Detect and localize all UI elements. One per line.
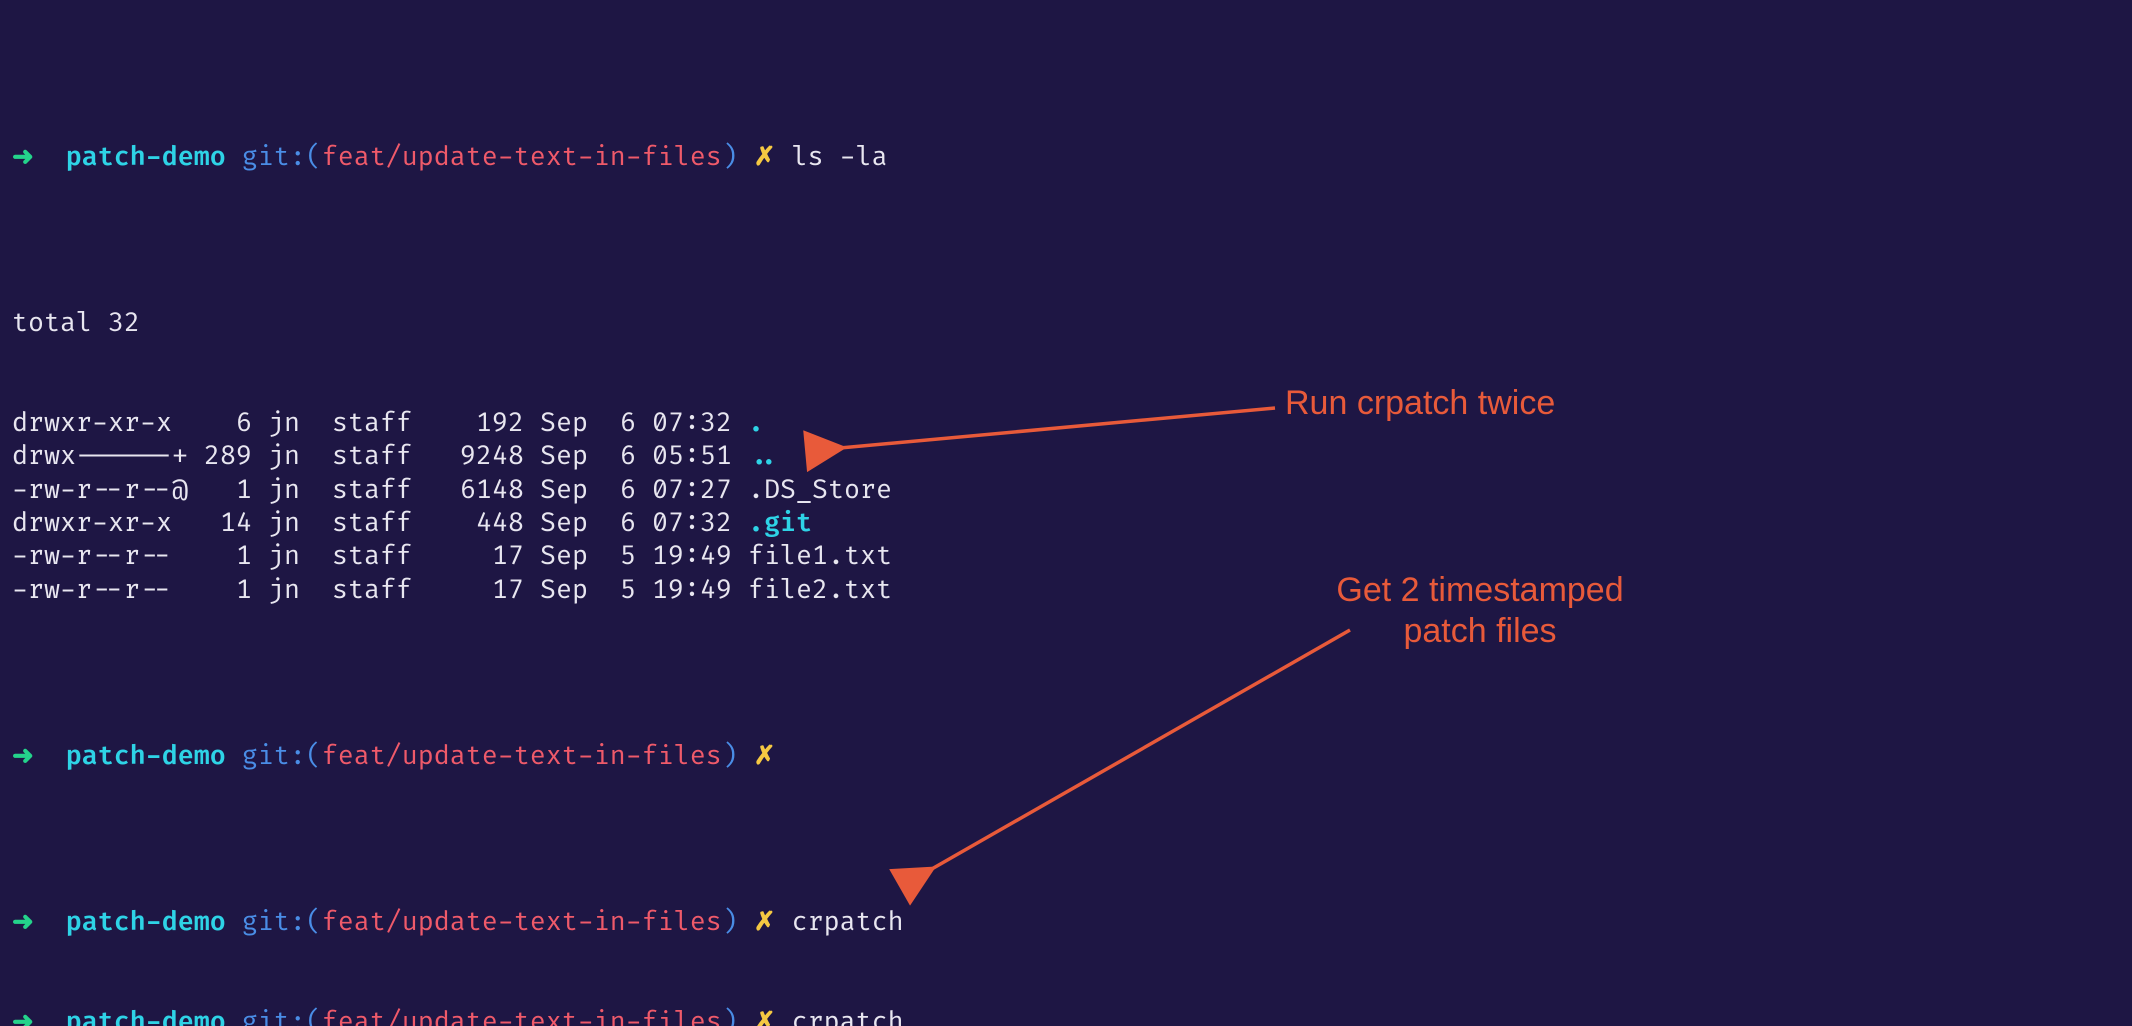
size: 17 [444, 540, 524, 572]
prompt-line: ➜ patch-demo git:(feat/update-text-in-fi… [12, 141, 2120, 174]
git-close: ) [722, 141, 738, 173]
prompt-dir: patch-demo [66, 906, 226, 938]
prompt-line: ➜ patch-demo git:(feat/update-text-in-fi… [12, 906, 2120, 939]
user: jn [268, 474, 300, 506]
size: 9248 [444, 440, 524, 472]
size: 448 [444, 507, 524, 539]
group: staff [332, 507, 412, 539]
perm: drwx------+ [12, 440, 188, 472]
ls-row: drwxr-xr-x 14 jn staff 448 Sep 6 07:32 .… [12, 507, 2120, 540]
ls-row: -rw-r--r-- 1 jn staff 17 Sep 5 19:49 fil… [12, 574, 2120, 607]
perm: -rw-r--r-- [12, 540, 188, 572]
perm: -rw-r--r-- [12, 574, 188, 606]
user: jn [268, 540, 300, 572]
prompt-line: ➜ patch-demo git:(feat/update-text-in-fi… [12, 740, 2120, 773]
date: Sep 5 19:49 [540, 540, 732, 572]
ls-row: drwxr-xr-x 6 jn staff 192 Sep 6 07:32 . [12, 407, 2120, 440]
date: Sep 6 05:51 [540, 440, 732, 472]
links: 1 [204, 474, 252, 506]
git-close: ) [722, 740, 738, 772]
prompt-arrow-icon: ➜ [12, 141, 34, 173]
git-label: git:( [242, 740, 322, 772]
git-label: git:( [242, 141, 322, 173]
prompt-dir: patch-demo [66, 740, 226, 772]
user: jn [268, 407, 300, 439]
perm: drwxr-xr-x [12, 407, 188, 439]
links: 289 [204, 440, 252, 472]
filename: .. [748, 440, 780, 472]
git-label: git:( [242, 906, 322, 938]
prompt-arrow-icon: ➜ [12, 740, 34, 772]
filename: .DS_Store [748, 474, 892, 506]
group: staff [332, 407, 412, 439]
git-close: ) [722, 1006, 738, 1026]
command-text: ls -la [792, 141, 888, 173]
filename: .git [748, 507, 812, 539]
user: jn [268, 440, 300, 472]
group: staff [332, 440, 412, 472]
terminal-output[interactable]: ➜ patch-demo git:(feat/update-text-in-fi… [0, 0, 2132, 1026]
command-text: crpatch [792, 1006, 904, 1026]
links: 1 [204, 540, 252, 572]
filename: . [748, 407, 764, 439]
size: 192 [444, 407, 524, 439]
git-branch: feat/update-text-in-files [322, 906, 722, 938]
group: staff [332, 540, 412, 572]
dirty-icon: ✗ [754, 141, 776, 173]
git-branch: feat/update-text-in-files [322, 1006, 722, 1026]
prompt-arrow-icon: ➜ [12, 1006, 34, 1026]
links: 6 [204, 407, 252, 439]
dirty-icon: ✗ [754, 1006, 776, 1026]
links: 14 [204, 507, 252, 539]
date: Sep 6 07:32 [540, 407, 732, 439]
git-branch: feat/update-text-in-files [322, 740, 722, 772]
git-label: git:( [242, 1006, 322, 1026]
filename: file1.txt [748, 540, 892, 572]
user: jn [268, 507, 300, 539]
perm: -rw-r--r--@ [12, 474, 188, 506]
date: Sep 6 07:32 [540, 507, 732, 539]
size: 6148 [444, 474, 524, 506]
prompt-line: ➜ patch-demo git:(feat/update-text-in-fi… [12, 1006, 2120, 1026]
ls-row: -rw-r--r--@ 1 jn staff 6148 Sep 6 07:27 … [12, 474, 2120, 507]
prompt-dir: patch-demo [66, 1006, 226, 1026]
filename: file2.txt [748, 574, 892, 606]
ls-row: drwx------+ 289 jn staff 9248 Sep 6 05:5… [12, 440, 2120, 473]
ls-listing-1: drwxr-xr-x 6 jn staff 192 Sep 6 07:32 .d… [12, 407, 2120, 607]
group: staff [332, 574, 412, 606]
links: 1 [204, 574, 252, 606]
dirty-icon: ✗ [754, 740, 776, 772]
date: Sep 5 19:49 [540, 574, 732, 606]
size: 17 [444, 574, 524, 606]
git-close: ) [722, 906, 738, 938]
prompt-arrow-icon: ➜ [12, 906, 34, 938]
prompt-dir: patch-demo [66, 141, 226, 173]
ls-total: total 32 [12, 307, 2120, 340]
date: Sep 6 07:27 [540, 474, 732, 506]
user: jn [268, 574, 300, 606]
dirty-icon: ✗ [754, 906, 776, 938]
group: staff [332, 474, 412, 506]
ls-row: -rw-r--r-- 1 jn staff 17 Sep 5 19:49 fil… [12, 540, 2120, 573]
perm: drwxr-xr-x [12, 507, 188, 539]
command-text: crpatch [792, 906, 904, 938]
git-branch: feat/update-text-in-files [322, 141, 722, 173]
